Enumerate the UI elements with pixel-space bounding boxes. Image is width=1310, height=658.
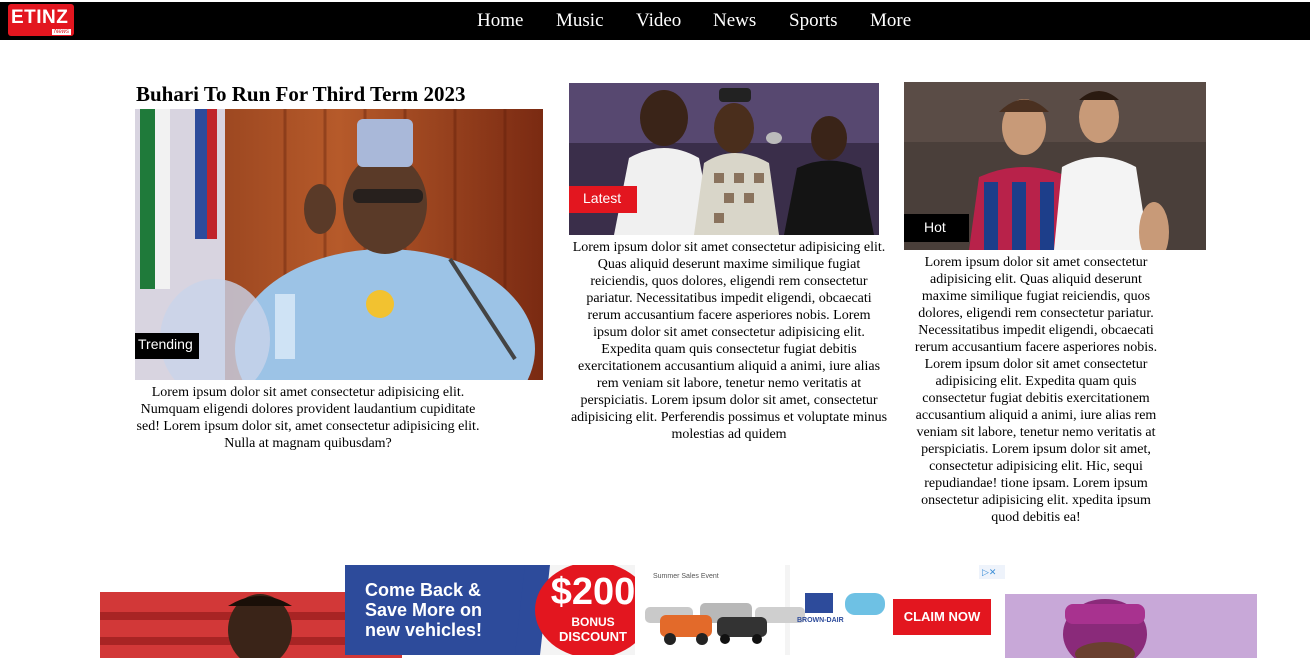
nav-sports[interactable]: Sports xyxy=(789,10,838,32)
nav-music[interactable]: Music xyxy=(556,10,604,32)
nav-more[interactable]: More xyxy=(870,10,911,32)
article-image-bottom-right[interactable] xyxy=(1005,594,1257,658)
ad-bonus-label: BONUS xyxy=(571,615,615,629)
ad-event-label: Summer Sales Event xyxy=(653,573,719,580)
article-title[interactable]: Buhari To Run For Third Term 2023 xyxy=(136,82,466,107)
article-image-musicians[interactable]: Latest xyxy=(569,83,879,235)
article-excerpt: Lorem ipsum dolor sit amet consectetur a… xyxy=(136,385,480,451)
article-image-buhari[interactable]: Trending xyxy=(135,109,543,380)
ad-headline: Come Back & Save More on new vehicles! xyxy=(365,580,483,640)
nav-video[interactable]: Video xyxy=(636,10,681,32)
hot-badge: Hot xyxy=(904,214,969,242)
nav-home[interactable]: Home xyxy=(477,10,523,32)
latest-badge: Latest xyxy=(569,186,637,213)
politician-photo xyxy=(1005,594,1257,658)
article-image-footballers[interactable]: Hot xyxy=(904,82,1206,250)
nav-news[interactable]: News xyxy=(713,10,756,32)
article-excerpt: Lorem ipsum dolor sit amet consectetur a… xyxy=(570,240,888,442)
main-nav: Home Music Video News Sports More xyxy=(0,2,1310,40)
vehicle-ad-banner[interactable]: Come Back & Save More on new vehicles! $… xyxy=(345,565,1005,655)
ad-amount: $200 xyxy=(550,571,636,613)
ad-brand: BROWN-DAIR xyxy=(797,617,844,624)
top-nav-bar: ETINZ News Home Music Video News Sports … xyxy=(0,2,1310,40)
claim-now-button[interactable]: CLAIM NOW xyxy=(893,599,991,635)
article-excerpt: Lorem ipsum dolor sit amet consectetur a… xyxy=(914,255,1158,525)
ad-discount-label: DISCOUNT xyxy=(559,629,627,644)
trending-badge: Trending xyxy=(135,333,199,359)
adchoices-icon[interactable]: ▷✕ xyxy=(982,566,1002,578)
